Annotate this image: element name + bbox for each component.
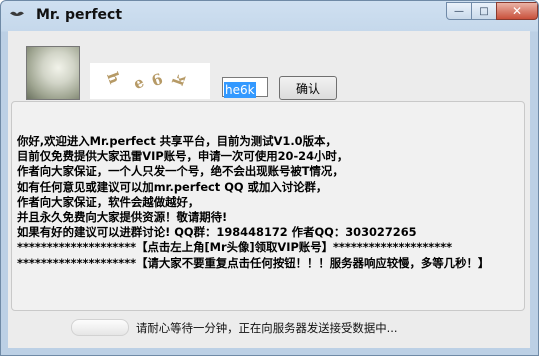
notice-panel: 你好,欢迎进入Mr.perfect 共享平台，目前为测试V1.0版本， 目前仅免…: [11, 101, 525, 311]
captcha-input[interactable]: he6k: [222, 77, 268, 98]
mr-avatar-button[interactable]: [26, 46, 80, 100]
confirm-button[interactable]: 确认: [279, 76, 337, 100]
captcha-input-value: he6k: [224, 82, 256, 98]
notice-line: ********************【请大家不要重复点击任何按钮！！！服务器…: [17, 255, 490, 270]
confirm-label: 确认: [295, 81, 320, 96]
maximize-button[interactable]: □: [471, 2, 497, 20]
progress-indicator: [71, 319, 129, 336]
notice-line: 作者向大家保证，软件会越做越好，: [17, 194, 200, 209]
notice-text: 你好,欢迎进入Mr.perfect 共享平台，目前为测试V1.0版本， 目前仅免…: [17, 134, 489, 271]
close-icon: ✕: [511, 4, 523, 18]
close-button[interactable]: ✕: [496, 2, 538, 20]
captcha-char: h: [103, 69, 124, 87]
captcha-char: e: [130, 72, 147, 94]
title-bar[interactable]: Mr. perfect — □ ✕: [1, 1, 538, 31]
minimize-icon: —: [454, 5, 464, 17]
maximize-icon: □: [479, 5, 489, 17]
captcha-char: k: [168, 72, 190, 88]
notice-line: 如有任何意见或建议可以加mr.perfect QQ 或加入讨论群，: [17, 179, 328, 194]
notice-line: 目前仅免费提供大家迅雷VIP账号，申请一次可使用20-24小时，: [17, 149, 349, 164]
captcha-char: 6: [149, 69, 166, 91]
notice-line: 作者向大家保证，一个人只发一个号，绝不会出现账号被T情况，: [17, 164, 344, 179]
notice-line: 如果有好的建议可以进群讨论! QQ群：198448172 作者QQ：303027…: [17, 225, 417, 240]
captcha-image[interactable]: h e 6 k: [90, 63, 210, 99]
minimize-button[interactable]: —: [446, 2, 472, 20]
window-title: Mr. perfect: [36, 7, 123, 23]
status-text: 请耐心等待一分钟，正在向服务器发送接受数据中...: [136, 321, 398, 335]
notice-line: 你好,欢迎进入Mr.perfect 共享平台，目前为测试V1.0版本，: [17, 134, 337, 148]
app-window: Mr. perfect — □ ✕ h e 6 k he6k 确认 你好,欢迎进…: [0, 0, 539, 356]
notice-line: ********************【点击左上角[Mr头像]领取VIP账号】…: [17, 240, 453, 255]
mustache-icon: [10, 11, 24, 16]
notice-line: 并且永久免费向大家提供资源！敬请期待!: [17, 210, 228, 225]
